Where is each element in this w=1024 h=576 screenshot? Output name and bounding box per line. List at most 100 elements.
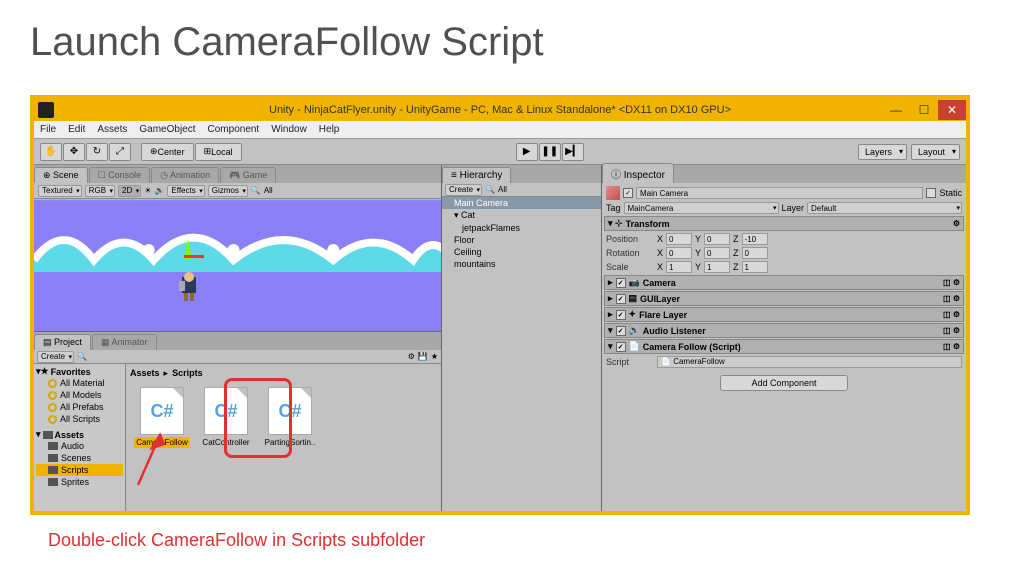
static-checkbox[interactable] (926, 188, 936, 198)
menu-window[interactable]: Window (271, 124, 307, 135)
rot-y-field[interactable] (704, 247, 730, 259)
gear-icon[interactable]: ⚙ (953, 219, 960, 228)
script-enabled-checkbox[interactable] (616, 342, 626, 352)
mode-2d-toggle[interactable]: 2D (118, 185, 141, 197)
close-button[interactable]: ✕ (938, 100, 966, 120)
fav-materials[interactable]: All Material (36, 377, 123, 389)
folder-scenes[interactable]: Scenes (36, 452, 123, 464)
pause-button[interactable]: ❚❚ (539, 143, 561, 161)
scale-y-field[interactable] (704, 261, 730, 273)
guilayer-enabled-checkbox[interactable] (616, 294, 626, 304)
menu-gameobject[interactable]: GameObject (139, 124, 195, 135)
fav-models[interactable]: All Models (36, 389, 123, 401)
project-create-dropdown[interactable]: Create (37, 351, 74, 363)
tab-project[interactable]: ▤ Project (34, 334, 91, 350)
hier-mountains[interactable]: mountains (442, 258, 601, 270)
file-catcontroller[interactable]: C# CatController (198, 387, 254, 447)
camera-header[interactable]: ▸ 📷 Camera◫ ⚙ (604, 275, 964, 290)
tab-game[interactable]: 🎮 Game (220, 167, 276, 183)
hier-jetpackflames[interactable]: jetpackFlames (442, 222, 601, 234)
scale-z-field[interactable] (742, 261, 768, 273)
camera-enabled-checkbox[interactable] (616, 278, 626, 288)
pos-y-field[interactable] (704, 233, 730, 245)
folder-sprites[interactable]: Sprites (36, 476, 123, 488)
play-button[interactable]: ▶ (516, 143, 538, 161)
tab-animation[interactable]: ◷ Animation (151, 167, 219, 183)
tab-hierarchy[interactable]: ≡ Hierarchy (442, 167, 511, 183)
hand-tool[interactable]: ✋ (40, 143, 62, 161)
minimize-button[interactable]: — (882, 100, 910, 120)
color-mode-dropdown[interactable]: RGB (85, 185, 115, 197)
menu-help[interactable]: Help (319, 124, 340, 135)
render-mode-dropdown[interactable]: Textured (38, 185, 82, 197)
layout-dropdown[interactable]: Layout (911, 144, 960, 160)
audio-icon[interactable]: 🔊 (154, 186, 164, 195)
layers-dropdown[interactable]: Layers (858, 144, 907, 160)
search-icon[interactable]: 🔍 (485, 185, 495, 194)
menu-file[interactable]: File (40, 124, 56, 135)
gear-icon[interactable]: ◫ ⚙ (943, 326, 960, 335)
folder-audio[interactable]: Audio (36, 440, 123, 452)
scale-x-field[interactable] (666, 261, 692, 273)
fav-prefabs[interactable]: All Prefabs (36, 401, 123, 413)
gear-icon[interactable]: ◫ ⚙ (943, 310, 960, 319)
transform-header[interactable]: ▾ ⊹ Transform⚙ (604, 216, 964, 231)
menu-assets[interactable]: Assets (97, 124, 127, 135)
save-icon[interactable]: 💾 (418, 352, 428, 361)
gizmos-dropdown[interactable]: Gizmos (208, 185, 248, 197)
breadcrumb-scripts[interactable]: Scripts (172, 368, 203, 379)
scene-view[interactable] (34, 199, 441, 331)
star-icon[interactable]: ★ (431, 352, 438, 361)
hier-floor[interactable]: Floor (442, 234, 601, 246)
breadcrumb-assets[interactable]: Assets (130, 368, 160, 379)
menu-component[interactable]: Component (208, 124, 260, 135)
object-name-field[interactable] (636, 187, 923, 199)
search-icon[interactable]: 🔍 (77, 352, 87, 361)
tab-animator[interactable]: ▦ Animator (92, 334, 157, 350)
move-tool[interactable]: ✥ (63, 143, 85, 161)
pos-z-field[interactable] (742, 233, 768, 245)
rot-z-field[interactable] (742, 247, 768, 259)
fav-scripts[interactable]: All Scripts (36, 413, 123, 425)
rot-x-field[interactable] (666, 247, 692, 259)
hierarchy-create-dropdown[interactable]: Create (445, 184, 482, 196)
script-header[interactable]: ▾ 📄 Camera Follow (Script)◫ ⚙ (604, 339, 964, 354)
audio-header[interactable]: ▾ 🔊 Audio Listener◫ ⚙ (604, 323, 964, 338)
scale-tool[interactable]: ⤢ (109, 143, 131, 161)
pos-x-field[interactable] (666, 233, 692, 245)
add-component-button[interactable]: Add Component (720, 375, 847, 391)
guilayer-header[interactable]: ▸ ▤ GUILayer◫ ⚙ (604, 291, 964, 306)
tag-dropdown[interactable]: MainCamera (624, 202, 779, 214)
hier-cat[interactable]: ▾ Cat (442, 209, 601, 222)
flare-header[interactable]: ▸ ✦ Flare Layer◫ ⚙ (604, 307, 964, 322)
tab-console[interactable]: ☐ Console (89, 167, 151, 183)
enabled-checkbox[interactable] (623, 188, 633, 198)
pivot-local-button[interactable]: ⊞ Local (195, 143, 242, 161)
hier-main-camera[interactable]: Main Camera (442, 197, 601, 209)
gear-icon[interactable]: ◫ ⚙ (943, 342, 960, 351)
effects-dropdown[interactable]: Effects (167, 185, 204, 197)
rotate-tool[interactable]: ↻ (86, 143, 108, 161)
hier-ceiling[interactable]: Ceiling (442, 246, 601, 258)
assets-header[interactable]: ▾ Assets (36, 429, 123, 440)
audio-enabled-checkbox[interactable] (616, 326, 626, 336)
tab-scene[interactable]: ⊕ Scene (34, 167, 88, 183)
gear-icon[interactable]: ◫ ⚙ (943, 278, 960, 287)
maximize-button[interactable]: ☐ (910, 100, 938, 120)
pivot-center-button[interactable]: ⊕ Center (141, 143, 194, 161)
script-field[interactable]: 📄 CameraFollow (657, 356, 962, 368)
flare-enabled-checkbox[interactable] (616, 310, 626, 320)
step-button[interactable]: ▶▎ (562, 143, 584, 161)
filter-icon[interactable]: ⚙ (408, 352, 415, 361)
menu-edit[interactable]: Edit (68, 124, 85, 135)
folder-scripts[interactable]: Scripts (36, 464, 123, 476)
light-icon[interactable]: ☀ (144, 186, 151, 195)
search-icon[interactable]: 🔍 (251, 186, 261, 195)
favorites-header[interactable]: ▾★ Favorites (36, 366, 123, 377)
layer-dropdown[interactable]: Default (807, 202, 962, 214)
character-sprite[interactable] (174, 269, 204, 304)
gear-icon[interactable]: ◫ ⚙ (943, 294, 960, 303)
file-partingsorting[interactable]: C# PartingSortin.. (262, 387, 318, 447)
file-camerafollow[interactable]: C# CameraFollow (134, 387, 190, 447)
tab-inspector[interactable]: ⓘ Inspector (602, 163, 674, 183)
